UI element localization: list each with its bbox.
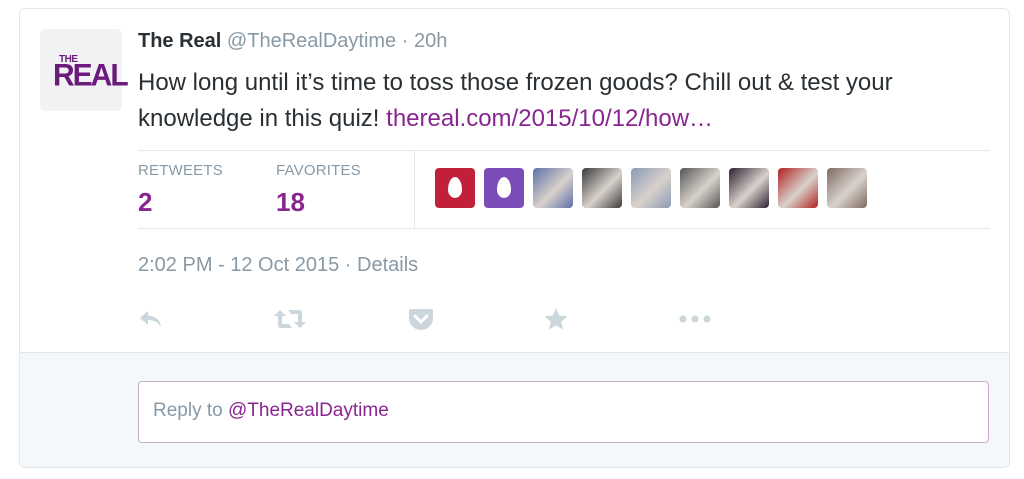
more-button[interactable] bbox=[678, 305, 813, 333]
favoriter-avatar[interactable] bbox=[631, 168, 671, 208]
favoriter-avatar[interactable] bbox=[729, 168, 769, 208]
timestamp-text[interactable]: 2:02 PM - 12 Oct 2015 bbox=[138, 254, 339, 276]
default-egg-icon bbox=[497, 177, 511, 198]
favorite-star-icon bbox=[544, 308, 568, 330]
stats-vertical-divider bbox=[414, 150, 415, 228]
favoriter-avatars bbox=[435, 168, 867, 208]
reply-placeholder-prefix: Reply to bbox=[153, 400, 228, 421]
retweet-icon bbox=[274, 310, 306, 328]
details-link[interactable]: Details bbox=[357, 254, 418, 276]
favorite-button[interactable] bbox=[543, 305, 678, 333]
pocket-icon bbox=[409, 309, 433, 330]
favorites-label: FAVORITES bbox=[276, 162, 361, 179]
favorites-stat[interactable]: FAVORITES 18 bbox=[276, 162, 361, 218]
favorites-count: 18 bbox=[276, 187, 305, 217]
reply-placeholder-handle: @TheRealDaytime bbox=[227, 400, 389, 421]
reply-button[interactable] bbox=[138, 305, 273, 333]
stats-top-divider bbox=[138, 150, 990, 151]
favoriter-avatar[interactable] bbox=[582, 168, 622, 208]
pocket-button[interactable] bbox=[408, 305, 543, 333]
favoriter-avatar[interactable] bbox=[680, 168, 720, 208]
tweet-link[interactable]: thereal.com/2015/10/12/how… bbox=[386, 105, 713, 132]
retweets-stat[interactable]: RETWEETS 2 bbox=[138, 162, 223, 218]
tweet-actions bbox=[138, 305, 813, 333]
favoriter-avatar[interactable] bbox=[435, 168, 475, 208]
default-egg-icon bbox=[448, 177, 462, 198]
favoriter-avatar[interactable] bbox=[533, 168, 573, 208]
favoriter-avatar[interactable] bbox=[484, 168, 524, 208]
the-real-logo: THE REAL bbox=[50, 50, 129, 93]
reply-input[interactable]: Reply to @TheRealDaytime bbox=[138, 381, 989, 443]
author-name[interactable]: The Real bbox=[138, 30, 221, 52]
tweet-card: THE REAL The Real @TheRealDaytime · 20h … bbox=[19, 8, 1010, 468]
more-icon bbox=[679, 315, 711, 323]
favoriter-avatar[interactable] bbox=[778, 168, 818, 208]
retweets-count: 2 bbox=[138, 187, 153, 217]
tweet-timestamp: 2:02 PM - 12 Oct 2015 · Details bbox=[138, 254, 418, 277]
author-handle[interactable]: @TheRealDaytime bbox=[227, 30, 396, 52]
tweet-header: The Real @TheRealDaytime · 20h bbox=[138, 30, 447, 53]
reply-icon bbox=[140, 311, 161, 327]
retweets-label: RETWEETS bbox=[138, 162, 223, 179]
header-separator: · bbox=[401, 30, 409, 52]
reply-area: Reply to @TheRealDaytime bbox=[20, 352, 1009, 467]
logo-big-text: REAL bbox=[53, 58, 129, 93]
author-avatar[interactable]: THE REAL bbox=[40, 29, 129, 111]
favoriter-avatar[interactable] bbox=[827, 168, 867, 208]
details-separator: · bbox=[339, 254, 358, 276]
tweet-age[interactable]: 20h bbox=[414, 30, 447, 52]
retweet-button[interactable] bbox=[273, 305, 408, 333]
stats-bottom-divider bbox=[138, 228, 990, 229]
tweet-text: How long until it’s time to toss those f… bbox=[138, 65, 978, 137]
